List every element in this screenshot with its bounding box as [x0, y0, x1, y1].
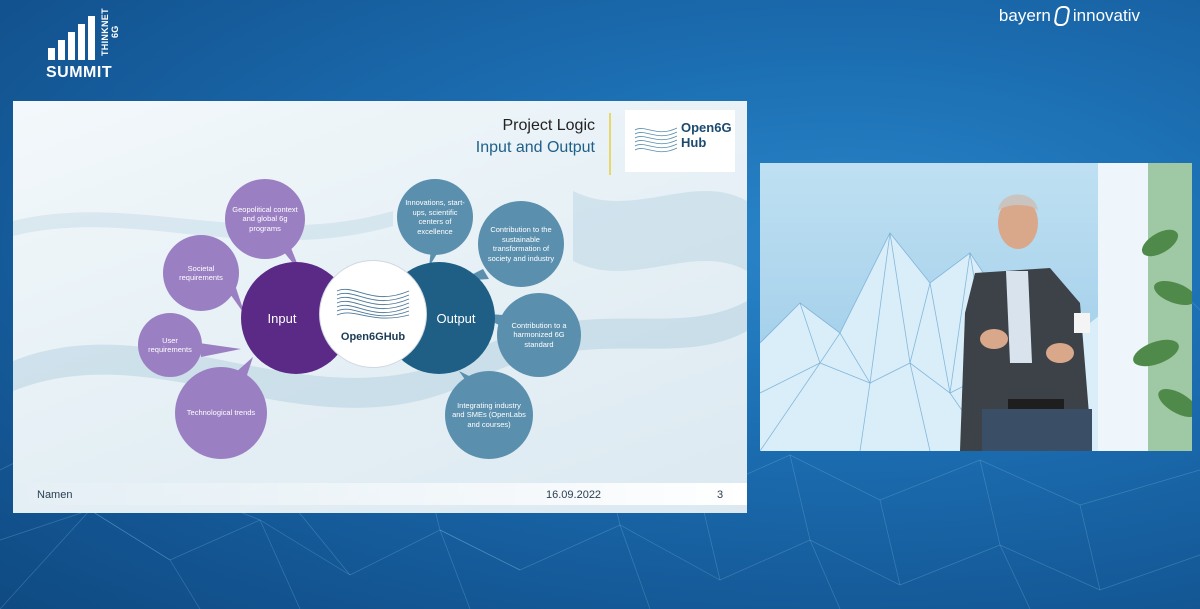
slide-subtitle: Input and Output [475, 139, 595, 156]
input-circle-label: Input [267, 310, 297, 326]
title-divider [609, 113, 611, 175]
output-circle-label: Output [436, 310, 476, 326]
speaker-person [960, 194, 1092, 451]
footer-name: Namen [37, 489, 73, 501]
input-bubble-geopolitical: Geopolitical context and global 6g progr… [225, 179, 305, 259]
sponsor-word-left: bayern [998, 6, 1051, 25]
wave-logo-icon [336, 289, 410, 319]
input-bubble-technological: Technological trends [175, 367, 267, 459]
hub-logo-line1: Open6G [681, 120, 732, 135]
open6g-hub-logo: Open6G Hub [625, 110, 735, 172]
output-bubble-text: Contribution to a harmonized 6G standard [511, 320, 567, 349]
open6ghub-center-circle: Open6GHub [320, 261, 426, 367]
input-bubble-text: Societal requirements [179, 263, 223, 283]
sponsor-word-right: innovativ [1072, 6, 1140, 25]
input-bubble-user: User requirements [138, 313, 202, 377]
output-bubble-text: Contribution to the sustainable transfor… [487, 225, 555, 263]
input-bubble-text: User requirements [148, 335, 192, 355]
input-bubble-societal: Societal requirements [163, 235, 239, 311]
output-bubble-innovations: Innovations, start-ups, scientific cente… [397, 179, 473, 255]
stage-window [1098, 163, 1148, 451]
output-bubble-text: Integrating industry and SMEs (OpenLabs … [452, 400, 526, 429]
output-bubble-text: Innovations, start-ups, scientific cente… [405, 198, 465, 236]
speaker-scene [760, 163, 1192, 451]
output-bubble-industry: Integrating industry and SMEs (OpenLabs … [445, 371, 533, 459]
slide-title: Project Logic [502, 117, 596, 134]
presentation-slide: Project Logic Input and Output Open6G Hu… [13, 101, 747, 513]
open6ghub-center-label: Open6GHub [340, 331, 406, 343]
signal-bars-icon [48, 16, 95, 60]
speaker-video-feed [760, 163, 1192, 451]
slide-title-block: Project Logic Input and Output [476, 117, 595, 157]
output-bubble-sustainable: Contribution to the sustainable transfor… [478, 201, 564, 287]
sponsor-mark-icon [1053, 6, 1071, 26]
hub-logo-line2: Hub [681, 135, 707, 150]
hub-logo-text: Open6G Hub [681, 120, 732, 150]
input-bubble-text: Geopolitical context and global 6g progr… [232, 204, 298, 233]
bayern-innovativ-logo: bayern innovativ [999, 6, 1140, 26]
input-bubble-text: Technological trends [186, 408, 256, 418]
output-bubble-standard: Contribution to a harmonized 6G standard [497, 293, 581, 377]
thinknet-summit-logo: SUMMIT THINKNET 6G [44, 2, 120, 84]
thinknet-wordmark: THINKNET 6G [100, 8, 120, 56]
slide-footer-bar [13, 483, 747, 505]
name-badge [1074, 313, 1090, 333]
wave-logo-icon [634, 127, 678, 153]
summit-wordmark: SUMMIT [46, 64, 113, 81]
footer-date: 16.09.2022 [546, 489, 602, 501]
footer-page-number: 3 [717, 489, 724, 501]
